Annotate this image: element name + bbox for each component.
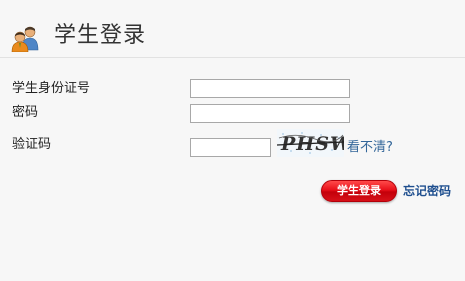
id-number-label: 学生身份证号 bbox=[12, 81, 91, 96]
captcha-image[interactable]: PHSW bbox=[276, 129, 352, 157]
id-number-input[interactable] bbox=[190, 79, 350, 98]
users-icon bbox=[11, 26, 41, 53]
captcha-input[interactable] bbox=[190, 138, 271, 157]
password-input[interactable] bbox=[190, 104, 350, 123]
page-header: 学生登录 bbox=[0, 0, 465, 58]
captcha-label: 验证码 bbox=[12, 137, 52, 152]
page-title: 学生登录 bbox=[54, 23, 147, 48]
login-page: 学生登录 学生身份证号 密码 验证码 PHSW 看不清? 学生登录 忘记密码 bbox=[0, 0, 465, 281]
password-label: 密码 bbox=[12, 105, 39, 120]
refresh-captcha-link[interactable]: 看不清? bbox=[347, 140, 393, 156]
forgot-password-link[interactable]: 忘记密码 bbox=[403, 183, 451, 199]
login-button[interactable]: 学生登录 bbox=[321, 180, 397, 202]
